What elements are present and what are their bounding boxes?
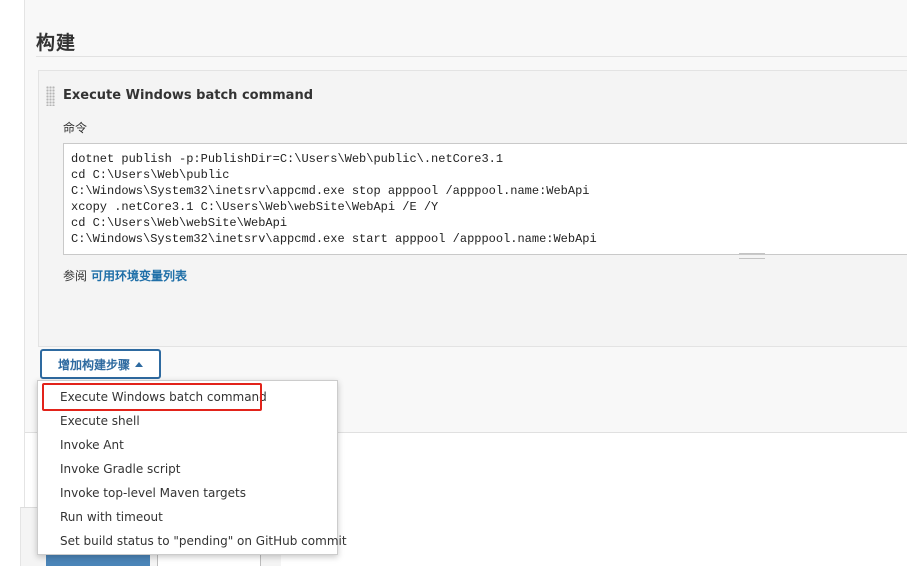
command-label: 命令 xyxy=(63,121,88,135)
section-divider xyxy=(36,56,907,57)
textarea-resize-grip[interactable] xyxy=(739,253,765,259)
build-step-title: Execute Windows batch command xyxy=(63,88,314,103)
command-line: C:\Windows\System32\inetsrv\appcmd.exe s… xyxy=(71,232,597,246)
command-line: C:\Windows\System32\inetsrv\appcmd.exe s… xyxy=(71,184,590,198)
build-step-dropdown-menu: Execute Windows batch command Execute sh… xyxy=(37,380,347,555)
command-line: xcopy .netCore3.1 C:\Users\Web\webSite\W… xyxy=(71,200,439,214)
build-step-card: Execute Windows batch command 命令 dotnet … xyxy=(38,70,907,347)
command-line: cd C:\Users\Web\webSite\WebApi xyxy=(71,216,288,230)
section-title: 构建 xyxy=(36,32,77,54)
see-text: 参阅 xyxy=(63,269,88,283)
add-build-step-button[interactable]: 增加构建步骤 xyxy=(40,349,161,379)
command-textarea[interactable]: dotnet publish -p:PublishDir=C:\Users\We… xyxy=(63,143,907,255)
caret-up-icon xyxy=(135,361,143,367)
menu-item-execute-windows-batch[interactable]: Execute Windows batch command xyxy=(38,385,337,409)
page: 构建 Execute Windows batch command 命令 dotn… xyxy=(0,0,907,566)
menu-item-run-with-timeout[interactable]: Run with timeout xyxy=(38,505,337,529)
menu-item-execute-shell[interactable]: Execute shell xyxy=(38,409,337,433)
env-vars-line: 参阅 可用环境变量列表 xyxy=(63,267,187,284)
menu-item-invoke-ant[interactable]: Invoke Ant xyxy=(38,433,337,457)
add-build-step-label: 增加构建步骤 xyxy=(57,357,130,372)
drag-handle-icon[interactable] xyxy=(46,86,55,106)
command-line: dotnet publish -p:PublishDir=C:\Users\We… xyxy=(71,152,504,166)
command-line: cd C:\Users\Web\public xyxy=(71,168,230,182)
env-vars-link[interactable]: 可用环境变量列表 xyxy=(91,269,187,283)
menu-item-invoke-maven[interactable]: Invoke top-level Maven targets xyxy=(38,481,337,505)
menu-item-set-build-status[interactable]: Set build status to "pending" on GitHub … xyxy=(38,529,347,553)
menu-item-invoke-gradle[interactable]: Invoke Gradle script xyxy=(38,457,337,481)
